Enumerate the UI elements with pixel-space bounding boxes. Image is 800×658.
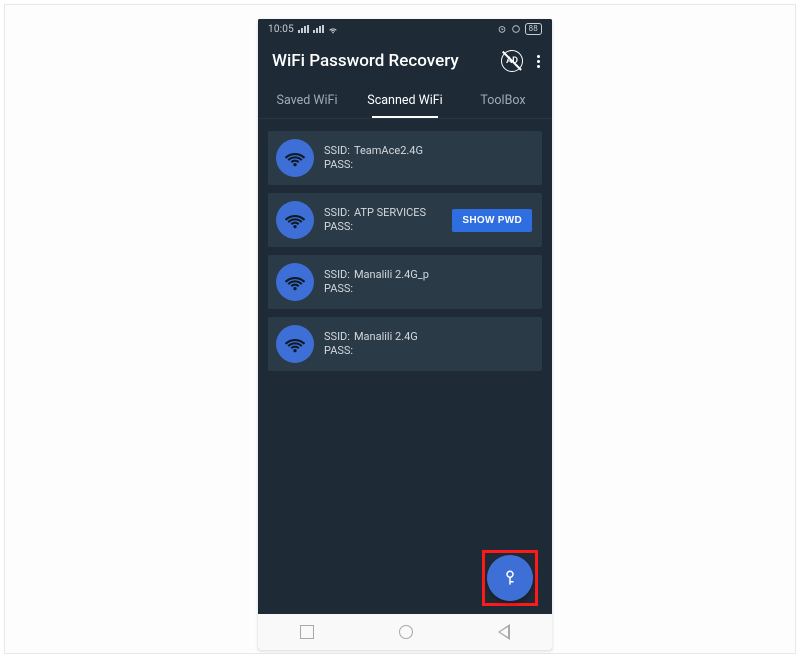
tab-saved-wifi[interactable]: Saved WiFi <box>258 83 356 118</box>
pass-label: PASS: <box>324 282 353 296</box>
ssid-label: SSID: <box>324 144 350 158</box>
android-nav-bar <box>258 614 552 650</box>
alarm-icon <box>497 24 507 34</box>
key-fab-button[interactable] <box>487 555 533 601</box>
pass-label: PASS: <box>324 220 353 234</box>
wifi-row-text: SSID: Manalili 2.4G_p PASS: <box>324 268 532 296</box>
pass-label: PASS: <box>324 158 353 172</box>
tab-label: ToolBox <box>480 93 525 108</box>
tab-label: Scanned WiFi <box>367 93 442 108</box>
wifi-row-text: SSID: ATP SERVICES PASS: <box>324 206 442 234</box>
wifi-row[interactable]: SSID: Manalili 2.4G_p PASS: <box>268 255 542 309</box>
recent-apps-button[interactable] <box>300 625 314 639</box>
tab-scanned-wifi[interactable]: Scanned WiFi <box>356 83 454 118</box>
no-ads-icon[interactable]: AD <box>501 50 523 72</box>
status-bar: 10:05 88 <box>258 19 552 39</box>
wifi-icon <box>276 325 314 363</box>
app-title: WiFi Password Recovery <box>272 51 501 71</box>
tab-label: Saved WiFi <box>277 93 338 108</box>
wifi-row[interactable]: SSID: TeamAce2.4G PASS: <box>268 131 542 185</box>
page-frame: 10:05 88 WiFi Password Recovery AD <box>4 4 796 654</box>
signal-icon <box>298 25 309 33</box>
ssid-label: SSID: <box>324 330 350 344</box>
home-button[interactable] <box>399 625 413 639</box>
ssid-label: SSID: <box>324 206 350 220</box>
wifi-row-text: SSID: Manalili 2.4G PASS: <box>324 330 532 358</box>
tab-toolbox[interactable]: ToolBox <box>454 83 552 118</box>
wifi-status-icon <box>328 24 338 34</box>
ad-label: AD <box>506 56 518 66</box>
back-button[interactable] <box>498 624 510 640</box>
signal-icon-2 <box>313 25 324 33</box>
wifi-icon <box>276 263 314 301</box>
app-header: WiFi Password Recovery AD <box>258 39 552 83</box>
ssid-value: Manalili 2.4G_p <box>354 268 429 282</box>
show-password-button[interactable]: SHOW PWD <box>452 209 532 232</box>
ssid-value: TeamAce2.4G <box>354 144 423 158</box>
ssid-value: ATP SERVICES <box>354 206 426 220</box>
wifi-icon <box>276 139 314 177</box>
wifi-row-text: SSID: TeamAce2.4G PASS: <box>324 144 532 172</box>
dnd-icon <box>511 24 521 34</box>
wifi-list: SSID: TeamAce2.4G PASS: SSID: ATP SERVICES… <box>258 119 552 383</box>
tab-bar: Saved WiFi Scanned WiFi ToolBox <box>258 83 552 119</box>
key-icon <box>501 569 519 587</box>
status-time: 10:05 <box>268 24 294 35</box>
wifi-icon <box>276 201 314 239</box>
ssid-label: SSID: <box>324 268 350 282</box>
phone-screen: 10:05 88 WiFi Password Recovery AD <box>258 19 552 650</box>
wifi-row[interactable]: SSID: ATP SERVICES PASS: SHOW PWD <box>268 193 542 247</box>
wifi-row[interactable]: SSID: Manalili 2.4G PASS: <box>268 317 542 371</box>
battery-indicator: 88 <box>525 23 542 35</box>
more-menu-icon[interactable] <box>535 51 542 72</box>
ssid-value: Manalili 2.4G <box>354 330 418 344</box>
pass-label: PASS: <box>324 344 353 358</box>
